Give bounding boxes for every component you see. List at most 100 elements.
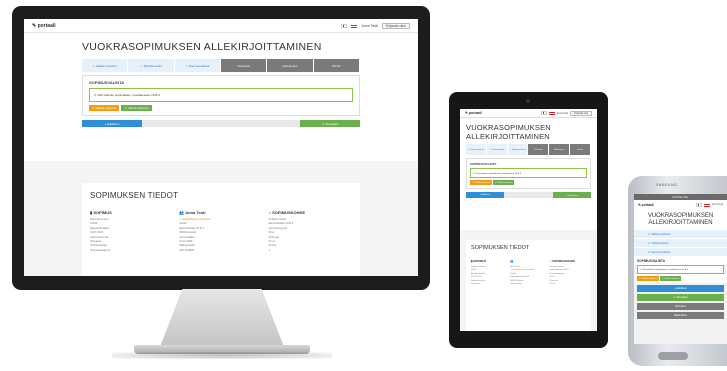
step-1[interactable]: ✓ Valitse sopimus	[82, 59, 129, 72]
contract-heading: ▮ SOPIMUS	[90, 210, 112, 215]
wizard-nav: « Edellinen ✔ Seuraava	[82, 120, 360, 127]
step-2[interactable]: ✓ Tarkista tiedot	[128, 59, 175, 72]
detail-line: 040 1234567	[179, 248, 195, 252]
change-contract-button[interactable]: ✎ Vaihda sopimus	[89, 105, 120, 111]
panel-title: SOPIMUSVALINTA	[634, 257, 727, 265]
detail-line: Vuokranantaja Oy	[90, 248, 111, 252]
next-button[interactable]: ✔ Seuraava	[300, 120, 360, 127]
english-flag-icon[interactable]	[703, 202, 710, 207]
desktop-monitor: ✎ portaali Anna Testi Kirjaudu ulos VUOK…	[12, 6, 430, 361]
ready-contract-button[interactable]: ✔ Valmis sopimus	[659, 276, 682, 281]
step-5: Allekirjoitus	[267, 59, 314, 72]
ready-contract-button[interactable]: ✔ Valmis sopimus	[492, 180, 515, 185]
contract-selection-panel: SOPIMUSVALINTA ✔ Olet valinnut sopimukse…	[466, 158, 591, 189]
finnish-flag-icon[interactable]	[695, 202, 702, 207]
tenant-heading: 👥 Anna Testi	[179, 210, 262, 215]
header-right: Anna Testi Kirjaudu ulos	[341, 22, 410, 29]
title-line-2: ALLEKIRJOITTAMINEN	[648, 220, 713, 226]
previous-button[interactable]: « Edellinen	[82, 120, 142, 127]
property-column: ⌂ SOPIMUSKOHDE Kohteen osoite Esimerkkik…	[269, 210, 352, 253]
title-line-1: VUOKRASOPIMUKSEN	[647, 213, 714, 219]
contract-selection-panel: SOPIMUSVALINTA ✔ Olet valinnut sopimukse…	[82, 75, 360, 116]
nav-spacer	[142, 120, 300, 127]
hero-section: VUOKRASOPIMUKSEN ALLEKIRJOITTAMINEN ✓ Va…	[24, 33, 418, 161]
next-button[interactable]: ✔ Seuraava	[637, 294, 724, 301]
selected-contract-box: ✔ Olet valinnut sopimuksen | osoitteesee…	[470, 168, 587, 178]
users-icon: 👥	[510, 259, 514, 263]
monitor-shadow	[112, 352, 332, 359]
step-bar: ✓ Valitse sopimus ✓ Tarkista tiedot ✓ So…	[82, 59, 360, 72]
tenant-name: Anna Testi	[185, 210, 206, 215]
phone-brand: SAMSUNG	[656, 183, 678, 187]
panel-buttons: ✎ Vaihda sopimus ✔ Valmis sopimus	[634, 274, 727, 283]
finnish-flag-icon[interactable]	[541, 111, 548, 115]
step-3[interactable]: ✓ Sopimusvalinta	[507, 144, 529, 155]
step-1[interactable]: ✔ Valitse sopimus	[634, 230, 727, 239]
detail-line: 4	[268, 248, 271, 252]
site-logo[interactable]: ✎ portaali	[638, 203, 654, 207]
page-title: VUOKRASOPIMUKSEN ALLEKIRJOITTAMINEN	[82, 41, 322, 53]
step-6: Valmis	[313, 59, 360, 72]
user-name: Anna Testi	[711, 203, 723, 206]
detail-line: Syntymäaika	[510, 283, 522, 286]
step-3[interactable]: ✔ Sopimusvalinta	[634, 248, 727, 257]
home-button[interactable]	[658, 352, 688, 360]
site-logo[interactable]: ✎ portaali	[465, 111, 482, 115]
step-4: Vahvistus	[220, 59, 268, 72]
phone-header: ✎ portaali Anna Testi	[634, 200, 727, 209]
wizard-nav: « Edellinen ✔ Seuraava	[466, 192, 591, 198]
site-header: ✎ portaali Anna Testi Kirjaudu ulos	[24, 19, 418, 33]
previous-button[interactable]: « Edellinen	[637, 285, 724, 292]
details-title: SOPIMUKSEN TIEDOT	[90, 191, 179, 200]
step-1[interactable]: ✓ Valitse sopimus	[466, 144, 487, 155]
tenant-column: 👥 Anna Testi ✔ Henkilöllisyys tunnistett…	[179, 210, 262, 253]
details-title: SOPIMUKSEN TIEDOT	[471, 245, 530, 251]
detail-line: Voimassa	[471, 283, 480, 286]
change-contract-button[interactable]: ✎ Vaihda sopimus	[470, 180, 492, 185]
step-label: Tarkista tiedot	[651, 241, 669, 245]
step-3[interactable]: ✓ Sopimusvalinta	[174, 59, 221, 72]
contract-details: SOPIMUKSEN TIEDOT ▮ SOPIMUS Sopimusnumer…	[466, 240, 591, 331]
title-line-2: ALLEKIRJOITTAMINEN	[466, 132, 550, 141]
step-6: Valmis	[570, 144, 591, 155]
step-2[interactable]: ✓ Tarkista tiedot	[486, 144, 508, 155]
panel-buttons: ✎ Vaihda sopimus ✔ Valmis sopimus	[470, 180, 587, 185]
previous-button[interactable]: « Edellinen	[466, 192, 504, 198]
phone-device: SAMSUNG SAMSUNG ✎ portaali Anna Testi VU…	[628, 176, 727, 366]
camera-icon	[526, 99, 530, 103]
property-heading: ⌂ SOPIMUSKOHDE	[268, 210, 306, 215]
property-column: ⌂ SOPIMUSKOHDE Kohteen osoite Esimerkkik…	[550, 259, 586, 286]
step-label: Valitse sopimus	[651, 232, 671, 236]
page-title: VUOKRASOPIMUKSEN ALLEKIRJOITTAMINEN	[637, 213, 724, 227]
tablet-header: ✎ portaali Anna Testi Kirjaudu ulos	[460, 109, 597, 118]
panel-title: SOPIMUSVALINTA	[470, 162, 497, 166]
step-5: Allekirjoitus	[637, 312, 724, 319]
nav-spacer	[504, 192, 553, 198]
step-2[interactable]: ✔ Tarkista tiedot	[634, 239, 727, 248]
contract-column: ▮ SOPIMUS Sopimusnumero 12345 Alkupäiväm…	[471, 259, 507, 286]
property-heading: ⌂ SOPIMUSKOHDE	[549, 259, 576, 263]
user-name: Anna Testi	[557, 111, 569, 115]
phone-hero: VUOKRASOPIMUKSEN ALLEKIRJOITTAMINEN	[634, 209, 727, 230]
user-name: Anna Testi	[361, 23, 378, 28]
logout-button[interactable]: Kirjaudu ulos	[570, 110, 592, 116]
change-contract-button[interactable]: ✎ Vaihda sopimus	[637, 276, 659, 281]
desktop-screen: ✎ portaali Anna Testi Kirjaudu ulos VUOK…	[24, 19, 418, 276]
site-logo[interactable]: ✎ portaali	[32, 23, 56, 29]
english-flag-icon[interactable]	[351, 23, 358, 28]
section-gap	[24, 161, 418, 183]
detail-line: 52 m²	[549, 283, 555, 286]
monitor-stand-neck	[160, 289, 284, 347]
monitor-bezel: ✎ portaali Anna Testi Kirjaudu ulos VUOK…	[12, 6, 430, 290]
step-4: Vahvistus	[528, 144, 550, 155]
tenant-column: 👥 Anna Testi ✔ Henkilöllisyys tunnistett…	[510, 259, 546, 286]
page-title: VUOKRASOPIMUKSEN ALLEKIRJOITTAMINEN	[466, 123, 591, 141]
tablet-hero: VUOKRASOPIMUKSEN ALLEKIRJOITTAMINEN ✓ Val…	[460, 118, 597, 230]
finnish-flag-icon[interactable]	[341, 23, 348, 28]
tablet-device: ✎ portaali Anna Testi Kirjaudu ulos VUOK…	[449, 92, 608, 348]
logout-button[interactable]: Kirjaudu ulos	[381, 22, 410, 29]
next-button[interactable]: ✔ Seuraava	[553, 192, 591, 198]
english-flag-icon[interactable]	[549, 111, 556, 115]
ready-contract-button[interactable]: ✔ Valmis sopimus	[121, 105, 152, 111]
